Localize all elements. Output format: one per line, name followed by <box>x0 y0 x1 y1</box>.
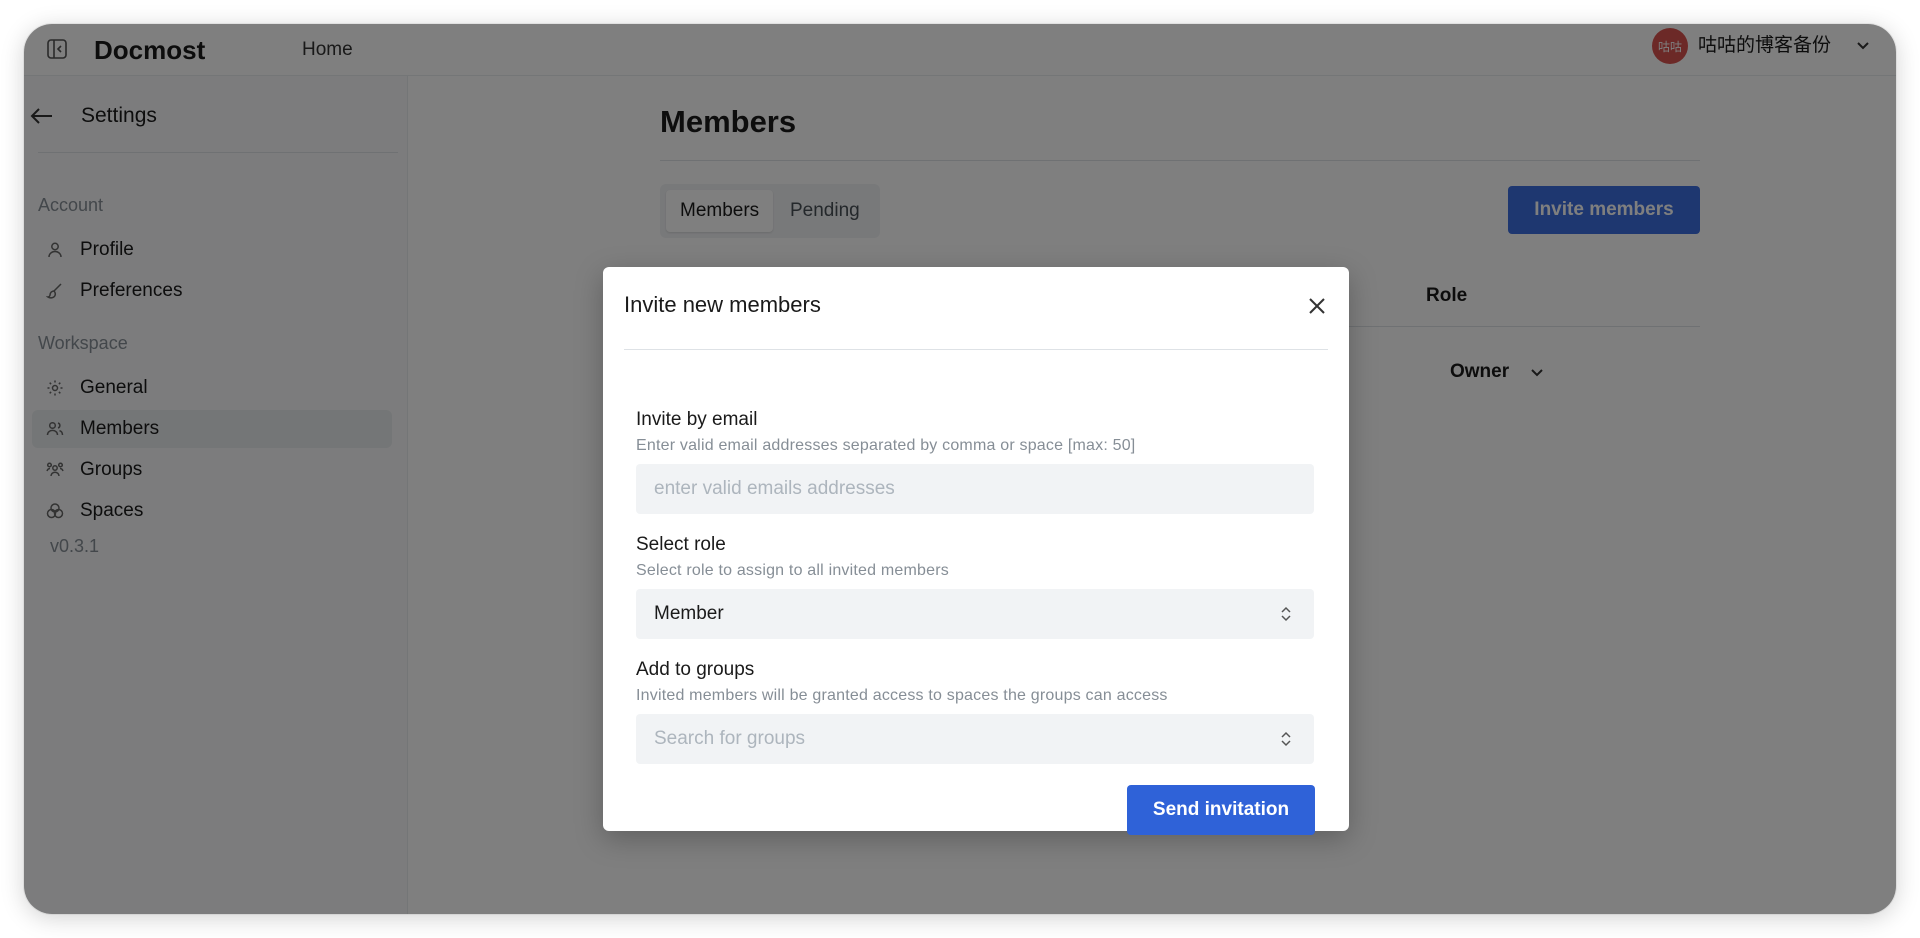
modal-title: Invite new members <box>624 292 821 317</box>
email-field[interactable]: enter valid emails addresses <box>636 464 1314 514</box>
groups-label: Add to groups <box>636 659 755 680</box>
role-select-field[interactable]: Member <box>636 589 1314 639</box>
groups-description: Invited members will be granted access t… <box>636 687 1168 704</box>
send-invitation-button[interactable]: Send invitation <box>1127 785 1315 835</box>
groups-search-field[interactable]: Search for groups <box>636 714 1314 764</box>
role-label: Select role <box>636 534 726 555</box>
role-value: Member <box>654 603 724 624</box>
role-description: Select role to assign to all invited mem… <box>636 562 949 579</box>
select-chevrons-icon <box>1281 731 1291 747</box>
email-description: Enter valid email addresses separated by… <box>636 437 1136 454</box>
select-chevrons-icon <box>1281 606 1291 622</box>
email-placeholder: enter valid emails addresses <box>654 478 895 499</box>
modal-divider <box>624 349 1328 350</box>
invite-modal: Invite new members Invite by email Enter… <box>603 267 1349 835</box>
close-icon[interactable] <box>1306 295 1328 317</box>
email-label: Invite by email <box>636 409 758 430</box>
app-window: Docmost Home 咕咕 咕咕的博客备份 Settings Account… <box>24 24 1896 914</box>
groups-placeholder: Search for groups <box>654 728 806 749</box>
